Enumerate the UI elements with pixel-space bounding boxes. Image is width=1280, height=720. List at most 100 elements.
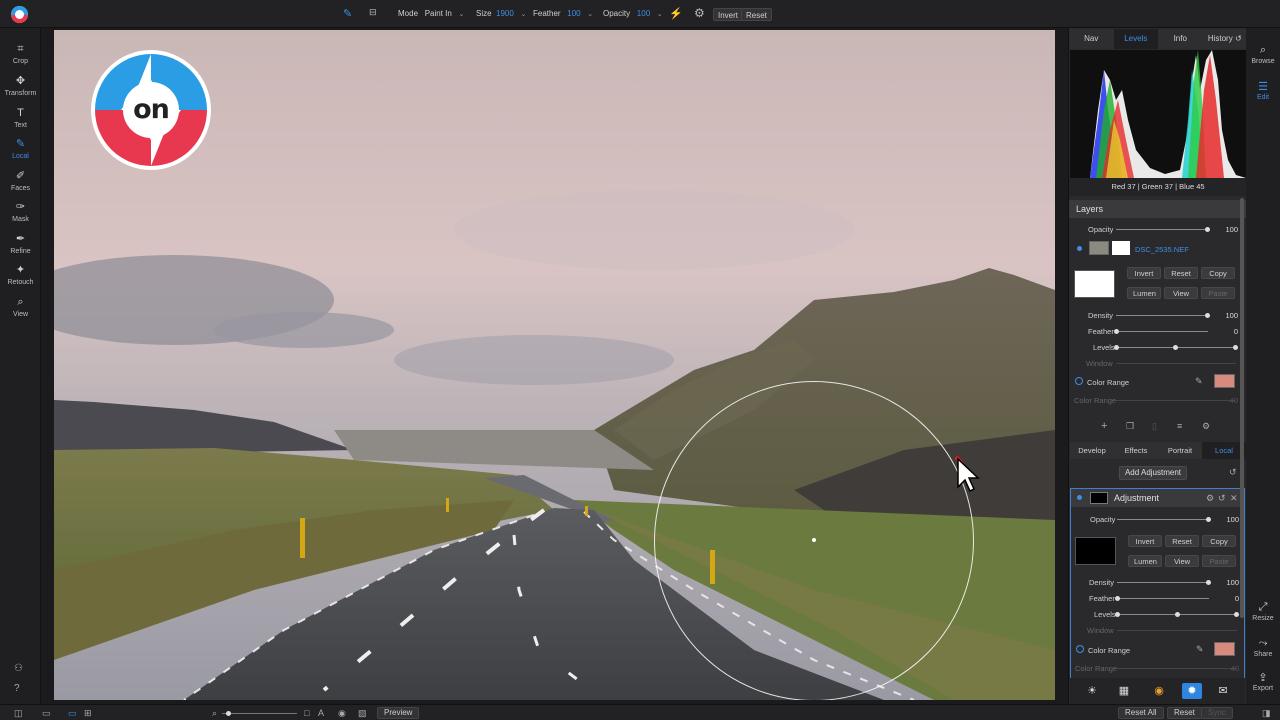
tool-transform[interactable]: ✥ Transform: [0, 75, 41, 97]
sync-button[interactable]: Sync: [1201, 707, 1233, 719]
tab-nav[interactable]: Nav: [1069, 29, 1114, 49]
brightness-icon[interactable]: ✹: [1182, 683, 1202, 699]
adj-feather-knob[interactable]: [1115, 596, 1120, 601]
density-knob[interactable]: [1205, 313, 1210, 318]
panel-collapse-icon[interactable]: ◨: [1262, 708, 1271, 719]
photo-canvas[interactable]: on: [54, 30, 1055, 700]
layer-thumbnail[interactable]: [1089, 241, 1109, 255]
add-layer-icon[interactable]: +: [1101, 420, 1107, 432]
tool-refine[interactable]: ✒ Refine: [0, 233, 41, 255]
layer-settings-icon[interactable]: ⚙: [1202, 421, 1210, 432]
density-value[interactable]: 100: [1216, 311, 1238, 320]
tab-develop[interactable]: Develop: [1070, 442, 1114, 459]
preview-button[interactable]: Preview: [377, 707, 420, 719]
tab-levels[interactable]: Levels: [1113, 29, 1158, 49]
adj-invert-button[interactable]: Invert: [1128, 535, 1162, 547]
adj-color-range-swatch[interactable]: [1214, 642, 1235, 656]
eyedropper-icon[interactable]: ✎: [1195, 376, 1203, 387]
merge-layers-icon[interactable]: ≡: [1177, 421, 1182, 431]
adj-window-slider[interactable]: [1117, 630, 1237, 631]
filmstrip-icon[interactable]: ▭: [42, 708, 51, 719]
adj-color-range-value[interactable]: 40: [1217, 664, 1239, 673]
opacity-value[interactable]: 100: [637, 9, 650, 18]
adj-feather-value[interactable]: 0: [1217, 594, 1239, 603]
levels-black-knob[interactable]: [1114, 345, 1119, 350]
adj-levels-black-knob[interactable]: [1115, 612, 1120, 617]
help-icon[interactable]: ?: [14, 683, 20, 694]
feather-value[interactable]: 100: [567, 9, 580, 18]
tab-info[interactable]: Info: [1158, 29, 1203, 49]
add-adjustment-button[interactable]: Add Adjustment: [1119, 466, 1187, 480]
color-range-value[interactable]: 40: [1216, 396, 1238, 405]
adjustment-header[interactable]: Adjustment ⚙ ↺ ✕: [1071, 489, 1244, 507]
color-range-swatch[interactable]: [1214, 374, 1235, 388]
module-edit[interactable]: ☰ Edit: [1246, 80, 1280, 101]
zoom-knob[interactable]: [226, 711, 231, 716]
reset-button[interactable]: Reset: [741, 8, 772, 21]
layer-opacity-knob[interactable]: [1205, 227, 1210, 232]
fit-icon[interactable]: □: [304, 708, 309, 718]
invert-button[interactable]: Invert: [713, 8, 744, 21]
gear-icon[interactable]: ⚙: [1206, 493, 1214, 504]
feather-slider[interactable]: [1116, 331, 1208, 332]
adj-density-knob[interactable]: [1206, 580, 1211, 585]
density-slider[interactable]: [1116, 315, 1208, 316]
text-overlay-icon[interactable]: A: [318, 708, 324, 718]
mode-dropdown[interactable]: Mode Paint In ⌄: [398, 9, 464, 18]
clipping-icon[interactable]: ▧: [358, 708, 367, 719]
mask-overlay-icon[interactable]: ◉: [338, 708, 346, 719]
tool-view[interactable]: ⌕ View: [0, 296, 41, 318]
layer-copy-button[interactable]: Copy: [1201, 267, 1235, 279]
adj-levels-white-knob[interactable]: [1234, 612, 1239, 617]
tool-crop[interactable]: ⌗ Crop: [0, 43, 41, 65]
adj-view-button[interactable]: View: [1165, 555, 1199, 567]
reset-all-button[interactable]: Reset All: [1118, 707, 1164, 719]
layer-view-button[interactable]: View: [1164, 287, 1198, 299]
single-view-icon[interactable]: ▭: [68, 708, 77, 719]
layers-header[interactable]: Layers: [1069, 200, 1247, 218]
eyedropper-icon[interactable]: ✎: [1196, 644, 1204, 655]
tab-portrait[interactable]: Portrait: [1158, 442, 1202, 459]
adj-opacity-slider[interactable]: [1117, 519, 1209, 520]
adj-color-range-toggle[interactable]: [1076, 645, 1084, 653]
adjustment-mask-thumb[interactable]: [1090, 492, 1108, 504]
tool-retouch[interactable]: ✦ Retouch: [0, 264, 41, 286]
reset-local-icon[interactable]: ↺: [1229, 467, 1237, 478]
adj-feather-slider[interactable]: [1117, 598, 1209, 599]
magic-wand-icon[interactable]: ⚡: [669, 7, 683, 20]
color-wheel-icon[interactable]: ◉: [1149, 683, 1169, 699]
app-logo-icon[interactable]: [11, 6, 28, 23]
adjustment-visibility-icon[interactable]: [1077, 495, 1082, 500]
gear-icon[interactable]: ⚙: [694, 6, 705, 20]
tool-local[interactable]: ✎ Local: [0, 138, 41, 160]
mail-icon[interactable]: ✉: [1213, 683, 1233, 699]
tab-effects[interactable]: Effects: [1114, 442, 1158, 459]
feather-control[interactable]: Feather 100 ⌄: [533, 9, 593, 18]
module-share[interactable]: ⤳ Share: [1246, 637, 1280, 658]
feather-value[interactable]: 0: [1216, 327, 1238, 336]
layer-paste-button[interactable]: Paste: [1201, 287, 1235, 299]
window-slider[interactable]: [1116, 363, 1236, 364]
color-range-toggle[interactable]: [1075, 377, 1083, 385]
module-resize[interactable]: ⤢ Resize: [1246, 601, 1280, 622]
layer-reset-button[interactable]: Reset: [1164, 267, 1198, 279]
brush-tool-icon[interactable]: ✎: [343, 7, 352, 20]
adj-opacity-value[interactable]: 100: [1217, 515, 1239, 524]
brush-options-icon[interactable]: ⊟: [369, 7, 377, 18]
user-icon[interactable]: ⚇: [14, 663, 23, 674]
adj-levels-mid-knob[interactable]: [1175, 612, 1180, 617]
duplicate-layer-icon[interactable]: ❐: [1126, 421, 1134, 432]
panel-toggle-icon[interactable]: ◫: [14, 708, 23, 719]
tool-text[interactable]: T Text: [0, 107, 41, 129]
adj-paste-button[interactable]: Paste: [1202, 555, 1236, 567]
levels-mid-knob[interactable]: [1173, 345, 1178, 350]
adj-density-slider[interactable]: [1117, 582, 1209, 583]
opacity-control[interactable]: Opacity 100 ⌄: [603, 9, 663, 18]
panel-scrollbar[interactable]: [1240, 198, 1244, 618]
layer-visibility-icon[interactable]: [1077, 246, 1082, 251]
layer-lumen-button[interactable]: Lumen: [1127, 287, 1161, 299]
compare-view-icon[interactable]: ⊞: [84, 708, 92, 719]
adj-opacity-knob[interactable]: [1206, 517, 1211, 522]
module-export[interactable]: ⇪ Export: [1246, 671, 1280, 692]
reset-bottom-button[interactable]: Reset: [1167, 707, 1202, 719]
